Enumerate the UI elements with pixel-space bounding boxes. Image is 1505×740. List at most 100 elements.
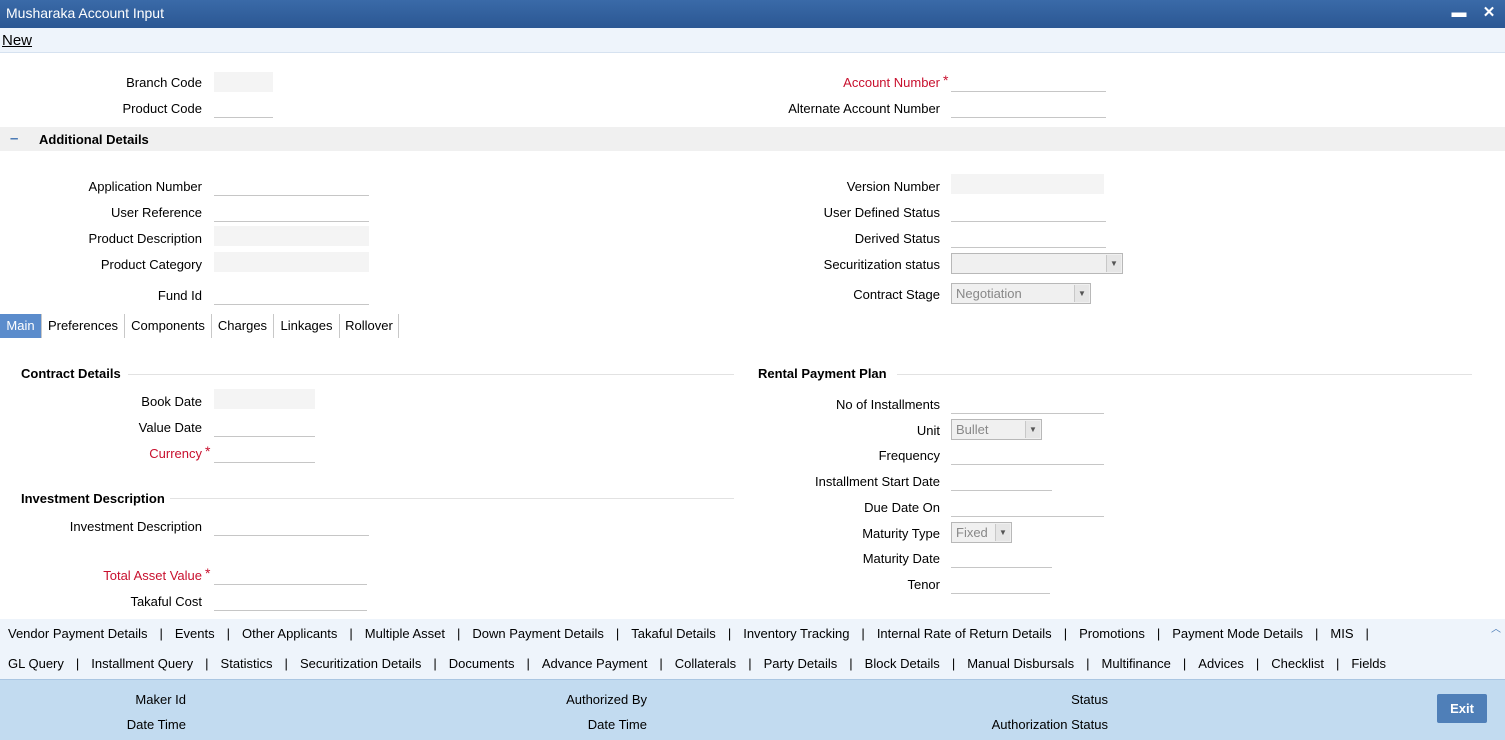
tenor-label: Tenor xyxy=(907,577,940,592)
link-separator: | xyxy=(615,626,620,641)
collapse-icon[interactable]: – xyxy=(10,130,18,147)
contract-stage-label: Contract Stage xyxy=(853,287,940,302)
link-row2-10[interactable]: Multifinance xyxy=(1102,656,1171,671)
scroll-up-icon[interactable]: ︿ xyxy=(1491,620,1501,635)
tab-rollover[interactable]: Rollover xyxy=(340,314,399,338)
link-row1-3[interactable]: Multiple Asset xyxy=(365,626,445,641)
link-separator: | xyxy=(849,656,853,671)
link-row2-11[interactable]: Advices xyxy=(1198,656,1244,671)
contract-stage-select[interactable]: Negotiation ▼ xyxy=(951,283,1091,304)
fund-id-field[interactable] xyxy=(214,285,369,305)
tab-preferences[interactable]: Preferences xyxy=(42,314,125,338)
product-category-label: Product Category xyxy=(100,257,202,272)
link-row1-2[interactable]: Other Applicants xyxy=(242,626,337,641)
installment-start-date-field[interactable] xyxy=(951,471,1052,491)
frequency-label: Frequency xyxy=(878,448,940,463)
account-number-label: Account Number xyxy=(843,75,940,90)
link-row1-6[interactable]: Inventory Tracking xyxy=(743,626,849,641)
currency-field[interactable] xyxy=(214,443,315,463)
link-row2-9[interactable]: Manual Disbursals xyxy=(967,656,1074,671)
version-number-field xyxy=(951,174,1104,194)
alternate-account-number-label: Alternate Account Number xyxy=(788,101,940,116)
book-date-label: Book Date xyxy=(141,394,202,409)
link-row2-6[interactable]: Collaterals xyxy=(675,656,736,671)
link-row1-7[interactable]: Internal Rate of Return Details xyxy=(877,626,1052,641)
required-icon: * xyxy=(205,565,211,581)
link-row1-0[interactable]: Vendor Payment Details xyxy=(8,626,147,641)
user-defined-status-label: User Defined Status xyxy=(823,205,940,220)
link-separator: | xyxy=(226,626,230,641)
required-icon: * xyxy=(943,72,949,88)
links-row-2: GL Query | Installment Query | Statistics | Se… xyxy=(8,656,1386,671)
link-row1-1[interactable]: Events xyxy=(175,626,215,641)
link-separator: | xyxy=(659,656,663,671)
divider xyxy=(897,374,1472,375)
unit-select[interactable]: Bullet ▼ xyxy=(951,419,1042,440)
no-of-installments-label: No of Installments xyxy=(835,397,940,412)
branch-code-field[interactable] xyxy=(214,72,273,92)
new-link[interactable]: New xyxy=(2,32,32,49)
link-row2-0[interactable]: GL Query xyxy=(8,656,64,671)
value-date-label: Value Date xyxy=(138,420,202,435)
additional-details-header[interactable]: – Additional Details xyxy=(0,127,1505,151)
link-row1-4[interactable]: Down Payment Details xyxy=(472,626,604,641)
link-row2-3[interactable]: Securitization Details xyxy=(300,656,421,671)
window-titlebar: Musharaka Account Input ▬ ✕ xyxy=(0,0,1505,28)
rental-payment-plan-title: Rental Payment Plan xyxy=(758,366,887,381)
application-number-label: Application Number xyxy=(88,179,202,194)
link-row2-4[interactable]: Documents xyxy=(449,656,515,671)
link-row2-13[interactable]: Fields xyxy=(1351,656,1386,671)
product-description-label: Product Description xyxy=(88,231,202,246)
unit-label: Unit xyxy=(916,423,940,438)
link-row1-10[interactable]: MIS xyxy=(1330,626,1353,641)
link-row1-9[interactable]: Payment Mode Details xyxy=(1172,626,1303,641)
total-asset-value-field[interactable] xyxy=(214,565,367,585)
window-title: Musharaka Account Input xyxy=(6,5,164,21)
value-date-field[interactable] xyxy=(214,417,315,437)
no-of-installments-field[interactable] xyxy=(951,394,1104,414)
tab-components[interactable]: Components xyxy=(125,314,212,338)
maker-id-label: Maker Id xyxy=(135,692,186,707)
product-description-field xyxy=(214,226,369,246)
maturity-date-field[interactable] xyxy=(951,548,1052,568)
user-reference-field[interactable] xyxy=(214,202,369,222)
maturity-type-value: Fixed xyxy=(956,525,988,540)
links-row-1: Vendor Payment Details | Events | Other Appl… xyxy=(8,626,1381,641)
link-separator: | xyxy=(159,626,163,641)
investment-description-field[interactable] xyxy=(214,516,369,536)
installment-start-date-label: Installment Start Date xyxy=(815,474,940,489)
close-icon[interactable]: ✕ xyxy=(1480,4,1498,22)
link-separator: | xyxy=(456,626,461,641)
link-row1-5[interactable]: Takaful Details xyxy=(631,626,716,641)
due-date-on-field[interactable] xyxy=(951,497,1104,517)
account-number-field[interactable] xyxy=(951,72,1106,92)
link-separator: | xyxy=(1156,626,1161,641)
link-row2-5[interactable]: Advance Payment xyxy=(542,656,648,671)
minimize-icon[interactable]: ▬ xyxy=(1450,4,1468,22)
tab-linkages[interactable]: Linkages xyxy=(274,314,340,338)
application-number-field[interactable] xyxy=(214,176,369,196)
securitization-status-select[interactable]: ▼ xyxy=(951,253,1123,274)
link-row2-2[interactable]: Statistics xyxy=(221,656,273,671)
tab-charges[interactable]: Charges xyxy=(212,314,274,338)
link-row2-12[interactable]: Checklist xyxy=(1271,656,1324,671)
link-row2-8[interactable]: Block Details xyxy=(865,656,940,671)
link-row2-7[interactable]: Party Details xyxy=(764,656,838,671)
product-code-field[interactable] xyxy=(214,98,273,118)
user-defined-status-field[interactable] xyxy=(951,202,1106,222)
maturity-type-select[interactable]: Fixed ▼ xyxy=(951,522,1012,543)
link-separator: | xyxy=(1063,626,1068,641)
link-row1-8[interactable]: Promotions xyxy=(1079,626,1145,641)
takaful-cost-field[interactable] xyxy=(214,591,367,611)
link-separator: | xyxy=(349,626,353,641)
audit-footer xyxy=(0,679,1505,740)
currency-label: Currency xyxy=(149,446,202,461)
tab-main[interactable]: Main xyxy=(0,314,42,338)
tenor-field[interactable] xyxy=(951,574,1050,594)
link-separator: | xyxy=(1182,656,1187,671)
frequency-field[interactable] xyxy=(951,445,1104,465)
securitization-status-label: Securitization status xyxy=(823,257,940,272)
exit-button[interactable]: Exit xyxy=(1437,694,1487,723)
alternate-account-number-field[interactable] xyxy=(951,98,1106,118)
link-row2-1[interactable]: Installment Query xyxy=(91,656,193,671)
